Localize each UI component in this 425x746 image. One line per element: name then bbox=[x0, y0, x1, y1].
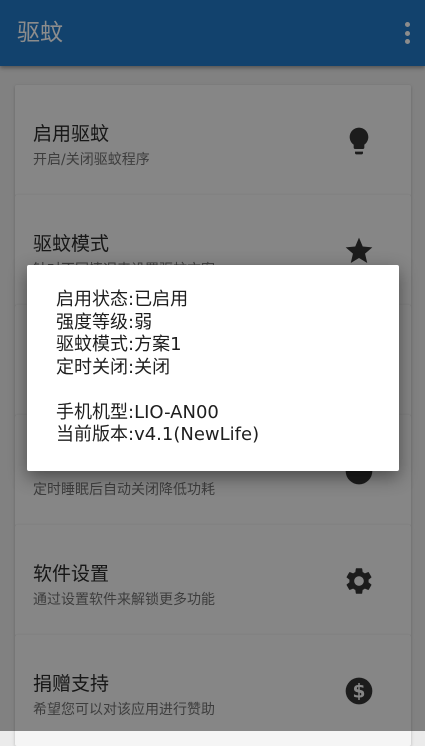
dialog-model: 手机机型:LIO-AN00 bbox=[56, 401, 219, 423]
dialog-strength: 强度等级:弱 bbox=[56, 311, 153, 333]
dialog-version: 当前版本:v4.1(NewLife) bbox=[56, 424, 260, 445]
dialog-status: 启用状态:已启用 bbox=[56, 289, 189, 310]
dialog-timer: 定时关闭:关闭 bbox=[56, 356, 171, 378]
info-dialog: 启用状态:已启用 强度等级:弱 驱蚊模式:方案1 定时关闭:关闭 手机机型:LI… bbox=[27, 265, 399, 471]
dialog-spacer bbox=[56, 379, 259, 402]
dialog-mode: 驱蚊模式:方案1 bbox=[56, 334, 182, 355]
dialog-body: 启用状态:已启用 强度等级:弱 驱蚊模式:方案1 定时关闭:关闭 手机机型:LI… bbox=[56, 289, 259, 447]
